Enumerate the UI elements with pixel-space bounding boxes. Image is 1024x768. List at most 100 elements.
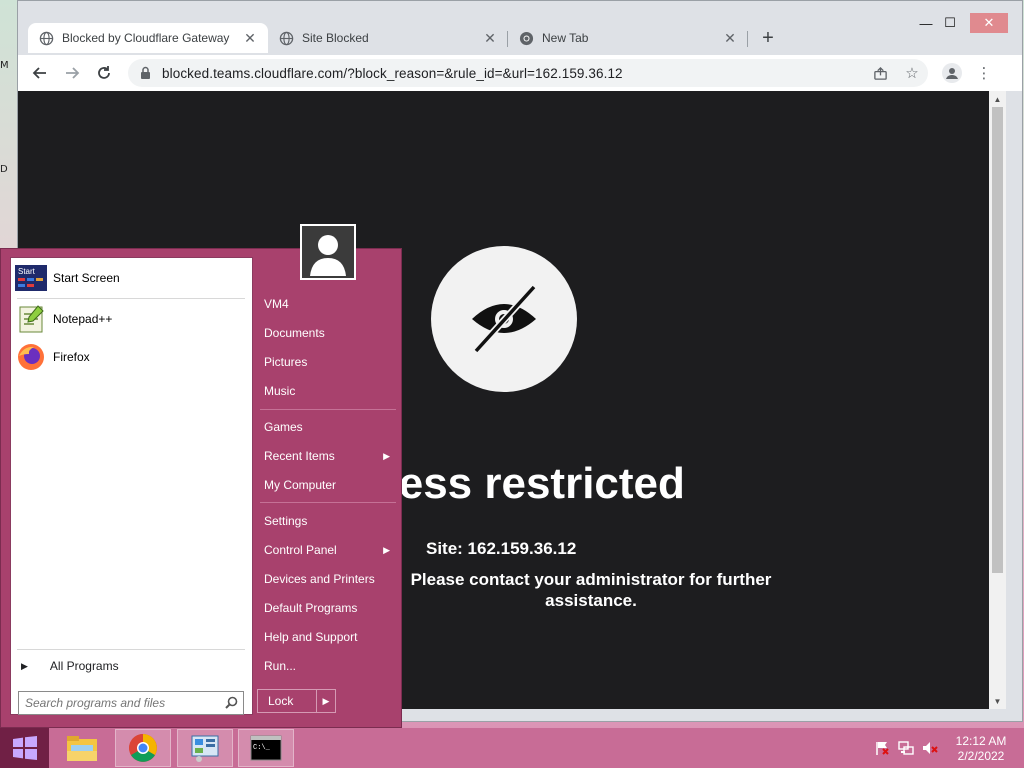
start-menu-item-vm4[interactable]: VM4 [264, 291, 396, 317]
tab-label: Site Blocked [302, 31, 369, 45]
tab-divider [747, 31, 748, 47]
search-input[interactable] [25, 696, 215, 710]
lock-icon[interactable] [140, 66, 152, 80]
file-explorer-icon [67, 736, 97, 761]
tab-label: Blocked by Cloudflare Gateway [62, 31, 230, 45]
start-menu-item-control-panel[interactable]: Control Panel ▶ [264, 537, 396, 563]
maximize-button[interactable]: ☐ [936, 13, 964, 33]
notepadpp-icon [15, 303, 47, 335]
taskbar: C:\_ 12:12 AM 2/2/2022 [0, 728, 1024, 768]
start-menu-item-label: Recent Items [264, 449, 335, 463]
start-menu-item-run[interactable]: Run... [264, 653, 396, 679]
separator [260, 502, 396, 503]
user-icon [304, 228, 352, 276]
close-icon[interactable]: ✕ [722, 30, 738, 46]
search-icon[interactable] [225, 696, 238, 712]
start-menu-item-pictures[interactable]: Pictures [264, 349, 396, 375]
start-menu-item-label: Documents [264, 326, 325, 340]
start-menu-item-devices-and-printers[interactable]: Devices and Printers [264, 566, 396, 592]
all-programs-label: All Programs [49, 659, 119, 673]
chrome-icon [518, 30, 534, 46]
start-screen-icon: Start [15, 262, 47, 294]
triangle-right-icon: ▶ [21, 660, 28, 671]
tab-label: New Tab [542, 31, 589, 45]
firefox-label: Firefox [53, 350, 90, 364]
taskbar-file-explorer[interactable] [54, 729, 110, 767]
start-menu-item-games[interactable]: Games [264, 414, 396, 440]
start-menu-item-music[interactable]: Music [264, 378, 396, 404]
tab-blocked-gateway[interactable]: Blocked by Cloudflare Gateway ✕ [28, 23, 268, 53]
new-tab-button[interactable]: + [755, 25, 781, 51]
scroll-down-icon[interactable]: ▼ [989, 694, 1006, 708]
start-menu-item-label: Help and Support [264, 630, 358, 644]
start-menu-item-label: VM4 [264, 297, 289, 311]
browser-toolbar: blocked.teams.cloudflare.com/?block_reas… [18, 55, 1022, 91]
scrollbar-thumb[interactable] [992, 107, 1003, 573]
firefox-icon [15, 341, 47, 373]
start-menu-item-help-and-support[interactable]: Help and Support [264, 624, 396, 650]
tab-new-tab[interactable]: New Tab ✕ [508, 23, 748, 53]
block-message: Please contact your administrator for fu… [410, 570, 772, 610]
forward-arrow-icon[interactable] [60, 61, 84, 85]
start-menu-item-settings[interactable]: Settings [264, 508, 396, 534]
scroll-up-icon[interactable]: ▲ [989, 92, 1006, 106]
bookmark-star-icon[interactable]: ☆ [902, 63, 922, 83]
reload-icon[interactable] [92, 61, 116, 85]
separator [17, 298, 245, 299]
clock-time: 12:12 AM [955, 734, 1007, 748]
globe-icon [278, 30, 294, 46]
start-screen-badge: Start [18, 267, 36, 276]
start-menu-item-recent-items[interactable]: Recent Items ▶ [264, 443, 396, 469]
notepadpp-item[interactable]: Notepad++ [15, 301, 112, 337]
start-menu-item-label: Devices and Printers [264, 572, 375, 586]
shutdown-options-arrow-icon[interactable]: ▶ [316, 689, 336, 713]
taskbar-control-panel[interactable] [177, 729, 233, 767]
search-box[interactable] [18, 691, 244, 715]
chrome-icon [129, 734, 157, 762]
taskbar-command-prompt[interactable]: C:\_ [238, 729, 294, 767]
start-menu-item-documents[interactable]: Documents [264, 320, 396, 346]
windows-logo-icon [12, 736, 37, 760]
notepadpp-label: Notepad++ [53, 312, 113, 326]
url-text[interactable]: blocked.teams.cloudflare.com/?block_reas… [162, 66, 623, 81]
taskbar-chrome[interactable] [115, 729, 171, 767]
close-icon[interactable]: ✕ [482, 30, 498, 46]
share-icon[interactable] [870, 63, 890, 83]
submenu-arrow-icon: ▶ [383, 450, 390, 461]
start-menu-item-label: Settings [264, 514, 308, 528]
blocked-eye-icon [431, 246, 577, 392]
control-panel-icon [191, 735, 219, 762]
start-menu-item-label: Default Programs [264, 601, 358, 615]
lock-button[interactable]: Lock [257, 689, 317, 713]
separator [17, 649, 245, 650]
tab-site-blocked[interactable]: Site Blocked ✕ [268, 23, 508, 53]
start-menu-item-label: Run... [264, 659, 297, 673]
close-button[interactable]: ✕ [970, 13, 1008, 33]
volume-muted-icon[interactable] [922, 740, 938, 756]
submenu-arrow-icon: ▶ [383, 544, 390, 555]
start-button[interactable] [0, 728, 49, 768]
globe-icon [38, 30, 54, 46]
kebab-menu-icon[interactable]: ⋮ [974, 63, 994, 83]
desktop-icon-fragment[interactable]: D [0, 164, 12, 178]
close-icon[interactable]: ✕ [242, 30, 258, 46]
start-menu-item-my-computer[interactable]: My Computer [264, 472, 396, 498]
start-menu-item-label: Pictures [264, 355, 308, 369]
vertical-scrollbar[interactable]: ▲ ▼ [989, 91, 1006, 709]
user-avatar[interactable] [300, 224, 356, 280]
firefox-item[interactable]: Firefox [15, 339, 90, 375]
all-programs-item[interactable]: ▶ All Programs [17, 656, 119, 676]
start-screen-label: Start Screen [53, 271, 120, 285]
blocked-site: Site: 162.159.36.12 [426, 539, 577, 558]
profile-icon[interactable] [942, 63, 962, 83]
network-icon[interactable] [898, 740, 914, 756]
separator [260, 409, 396, 410]
action-center-flag-icon[interactable] [874, 740, 890, 756]
start-menu-item-label: Games [264, 420, 303, 434]
start-menu-item-default-programs[interactable]: Default Programs [264, 595, 396, 621]
back-arrow-icon[interactable] [28, 61, 52, 85]
start-screen-item[interactable]: Start Start Screen [15, 260, 120, 296]
system-clock[interactable]: 12:12 AM 2/2/2022 [950, 734, 1012, 764]
desktop-icon-fragment[interactable]: M [0, 60, 12, 74]
address-bar[interactable]: blocked.teams.cloudflare.com/?block_reas… [128, 59, 928, 87]
